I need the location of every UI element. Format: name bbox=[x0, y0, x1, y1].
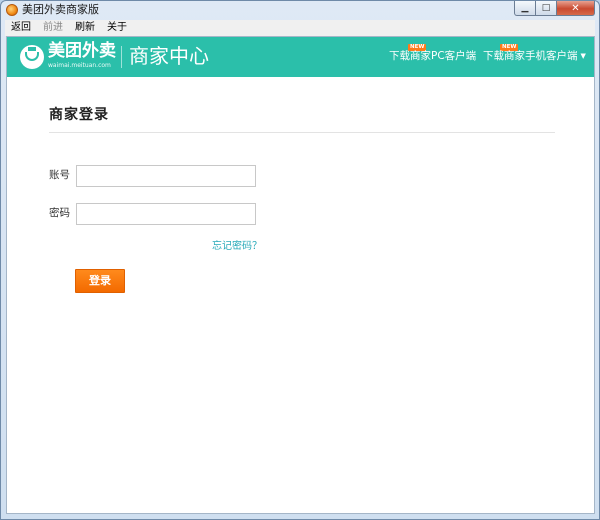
menu-bar: 返回 前进 刷新 关于 bbox=[5, 20, 595, 36]
logo-text[interactable]: 美团外卖 bbox=[48, 41, 116, 61]
account-input[interactable] bbox=[76, 165, 256, 187]
password-input[interactable] bbox=[76, 203, 256, 225]
meituan-logo-icon[interactable] bbox=[20, 45, 44, 69]
minimize-button[interactable]: ▁ bbox=[514, 1, 536, 16]
maximize-button[interactable]: □ bbox=[536, 1, 557, 16]
login-title: 商家登录 bbox=[49, 107, 109, 123]
chevron-down-icon: ▼ bbox=[580, 52, 586, 60]
page-title: 商家中心 bbox=[129, 44, 209, 68]
account-label: 账号 bbox=[49, 169, 70, 181]
download-pc-client-link[interactable]: 下载商家PC客户端 bbox=[389, 48, 476, 64]
logo-subtitle: waimai.meituan.com bbox=[48, 62, 111, 69]
window-title: 美团外卖商家版 bbox=[22, 3, 99, 16]
close-button[interactable]: ✕ bbox=[557, 1, 595, 16]
window-controls: ▁ □ ✕ bbox=[514, 1, 595, 17]
logo-bowl bbox=[25, 52, 39, 61]
logo-steam bbox=[28, 47, 36, 51]
close-icon: ✕ bbox=[571, 2, 580, 14]
download-pc-client-label: 下载商家PC客户端 bbox=[389, 50, 477, 62]
forgot-password-link[interactable]: 忘记密码？ bbox=[212, 240, 262, 254]
maximize-icon: □ bbox=[541, 3, 551, 13]
menu-item-forward[interactable]: 前进 bbox=[37, 20, 69, 36]
password-label: 密码 bbox=[49, 207, 70, 219]
title-bar[interactable]: 美团外卖商家版 ▁ □ ✕ bbox=[1, 1, 599, 19]
download-mobile-client-label: 下载商家手机客户端 bbox=[483, 50, 578, 62]
app-icon bbox=[6, 4, 18, 16]
login-button[interactable]: 登录 bbox=[75, 269, 125, 293]
menu-item-about[interactable]: 关于 bbox=[101, 20, 133, 36]
app-window: 美团外卖商家版 ▁ □ ✕ 返回 前进 刷新 关于 美团外卖 waimai.me… bbox=[0, 0, 600, 520]
minimize-icon: ▁ bbox=[521, 3, 529, 13]
divider bbox=[49, 132, 555, 133]
download-mobile-client-link[interactable]: 下载商家手机客户端 ▼ bbox=[483, 48, 586, 64]
menu-item-back[interactable]: 返回 bbox=[5, 20, 37, 36]
browser-content: 美团外卖 waimai.meituan.com 商家中心 NEW 下载商家PC客… bbox=[6, 36, 595, 514]
menu-item-refresh[interactable]: 刷新 bbox=[69, 20, 101, 36]
site-header: 美团外卖 waimai.meituan.com 商家中心 NEW 下载商家PC客… bbox=[7, 37, 594, 77]
header-divider bbox=[121, 46, 122, 68]
